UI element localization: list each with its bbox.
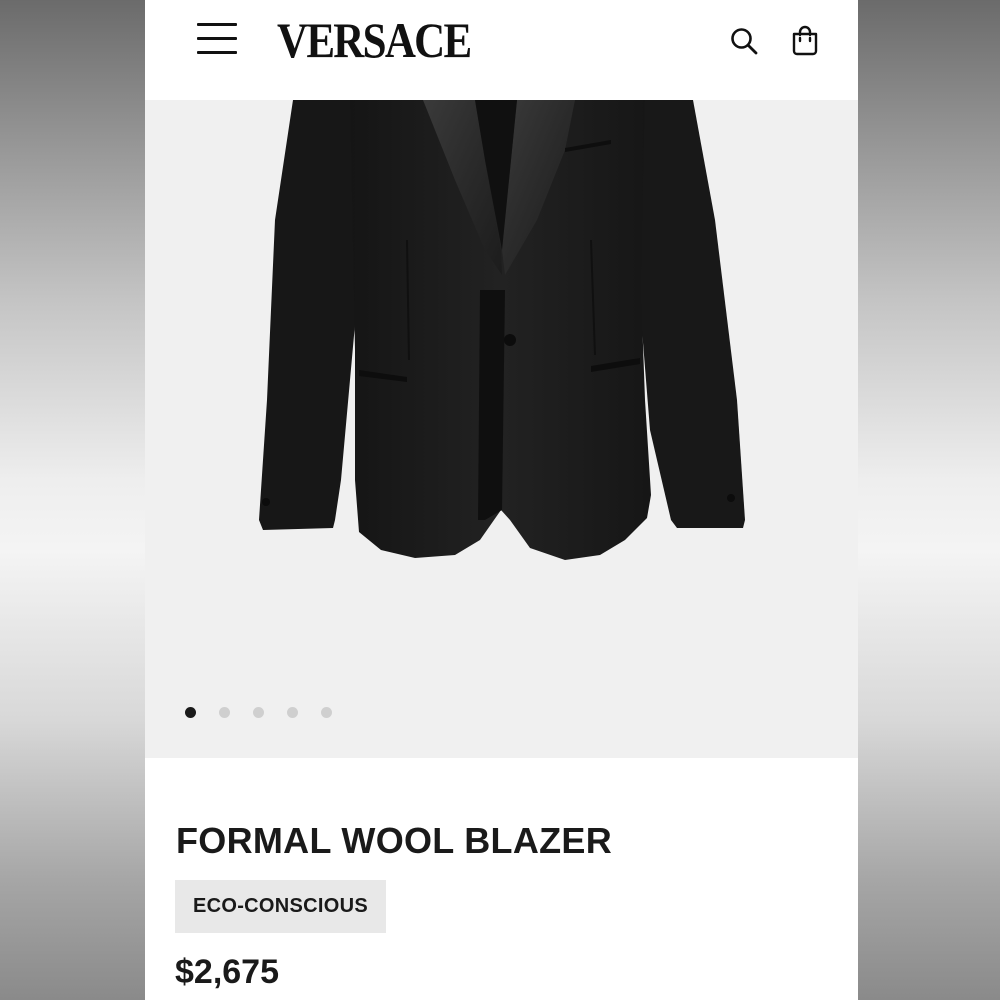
product-info: FORMAL WOOL BLAZER ECO-CONSCIOUS $2,675 xyxy=(145,758,858,1000)
gallery-dot[interactable] xyxy=(219,707,230,718)
site-header: VERSACE xyxy=(145,0,858,100)
gallery-dot[interactable] xyxy=(287,707,298,718)
shopping-bag-icon[interactable] xyxy=(791,24,819,56)
backdrop-left xyxy=(0,0,145,1000)
search-icon[interactable] xyxy=(729,26,759,56)
product-image-gallery[interactable] xyxy=(145,100,858,758)
eco-conscious-badge: ECO-CONSCIOUS xyxy=(175,880,386,933)
brand-logo[interactable]: VERSACE xyxy=(277,12,472,68)
hamburger-menu-icon[interactable] xyxy=(197,22,237,56)
product-price: $2,675 xyxy=(175,953,279,991)
backdrop-right xyxy=(858,0,1000,1000)
product-title: FORMAL WOOL BLAZER xyxy=(176,820,613,861)
blazer-product-image xyxy=(259,100,745,560)
gallery-dot[interactable] xyxy=(185,707,196,718)
mobile-page: VERSACE FORMAL WOOL BLAZER ECO-CONSCIOUS… xyxy=(145,0,858,1000)
gallery-dot[interactable] xyxy=(321,707,332,718)
gallery-dot[interactable] xyxy=(253,707,264,718)
